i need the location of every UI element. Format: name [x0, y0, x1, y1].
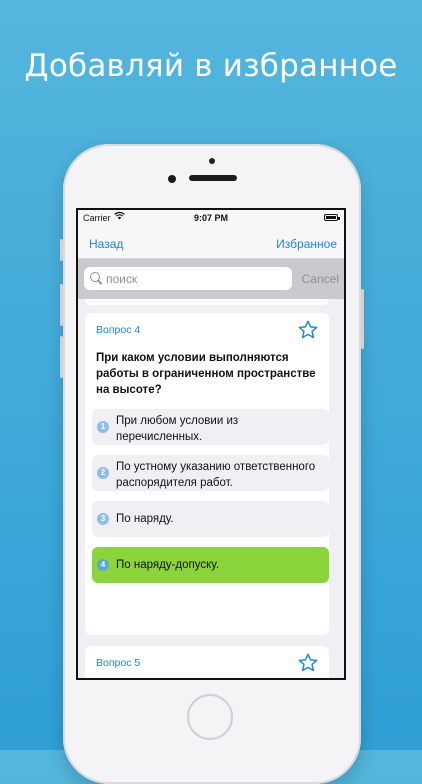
- star-outline-icon[interactable]: [297, 319, 319, 341]
- power-button: [361, 289, 364, 349]
- search-cancel-button[interactable]: Cancel: [302, 272, 339, 286]
- earpiece-speaker: [189, 175, 237, 181]
- star-outline-icon[interactable]: [297, 652, 319, 674]
- mute-switch: [60, 239, 63, 261]
- volume-up-button: [60, 284, 63, 326]
- home-button[interactable]: [187, 694, 233, 740]
- answer-index-badge: 2: [97, 467, 109, 479]
- answer-text: По устному указанию ответственного распо…: [116, 461, 316, 489]
- favorites-button[interactable]: Избранное: [276, 237, 337, 251]
- questions-list: Вопрос 4 При каком условии выполняются р…: [78, 299, 344, 678]
- answer-index-badge: 1: [97, 421, 109, 433]
- back-button[interactable]: Назад: [89, 237, 123, 251]
- answer-text: По наряду-допуску.: [116, 559, 220, 571]
- proximity-sensor: [209, 158, 215, 164]
- question-card: Вопрос 5: [85, 646, 329, 678]
- screen: Carrier 9:07 PM Назад Избранное поиск Ca…: [76, 208, 346, 680]
- search-placeholder: поиск: [106, 272, 138, 286]
- status-time: 9:07 PM: [193, 213, 228, 223]
- search-icon: [90, 272, 100, 282]
- search-input[interactable]: поиск: [84, 267, 292, 290]
- front-camera: [168, 175, 176, 183]
- phone-frame: Carrier 9:07 PM Назад Избранное поиск Ca…: [60, 144, 364, 784]
- question-number: Вопрос 4: [96, 324, 141, 336]
- navigation-bar: Назад Избранное: [78, 227, 344, 259]
- promo-headline: Добавляй в избранное: [24, 48, 398, 84]
- question-card: Вопрос 4 При каком условии выполняются р…: [85, 313, 329, 635]
- question-text: При каком условии выполняются работы в о…: [96, 352, 316, 396]
- volume-down-button: [60, 336, 63, 378]
- answer-text: По наряду.: [116, 513, 174, 525]
- answer-index-badge: 4: [97, 559, 109, 571]
- battery-icon: [324, 214, 340, 221]
- answer-text: При любом условии из перечисленных.: [116, 415, 239, 443]
- answer-option-correct[interactable]: 4 По наряду-допуску.: [92, 547, 329, 583]
- search-bar: поиск Cancel: [78, 259, 344, 299]
- status-bar: Carrier 9:07 PM: [78, 210, 344, 227]
- answer-option[interactable]: 3 По наряду.: [92, 501, 329, 537]
- answer-option[interactable]: 2 По устному указанию ответственного рас…: [92, 455, 329, 491]
- question-number: Вопрос 5: [96, 657, 141, 669]
- answer-index-badge: 3: [97, 513, 109, 525]
- answer-option[interactable]: 1 При любом условии из перечисленных.: [92, 409, 329, 445]
- previous-question-card: [85, 299, 329, 305]
